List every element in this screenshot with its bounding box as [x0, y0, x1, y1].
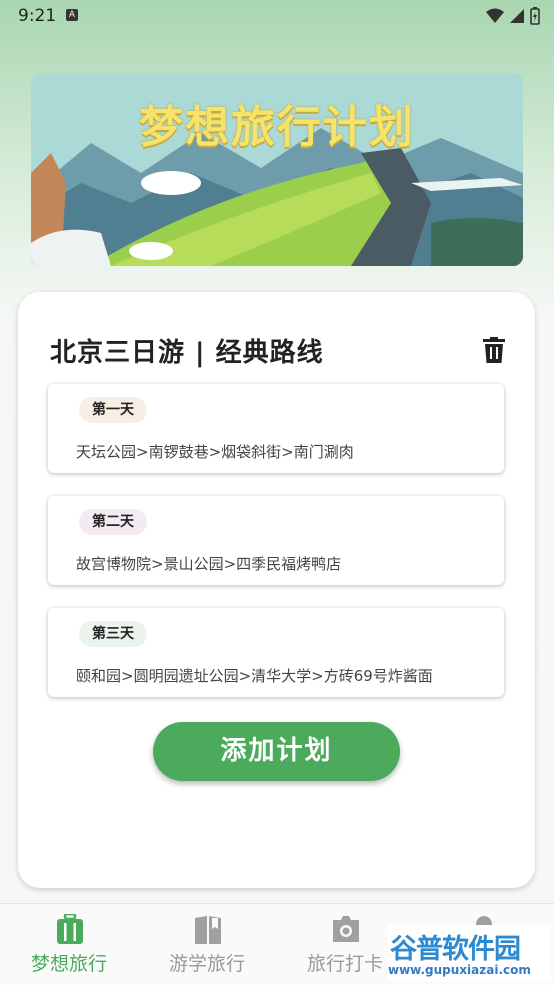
- status-icons: [486, 7, 540, 25]
- banner-title: 梦想旅行计划: [139, 102, 415, 153]
- notification-icon: A: [66, 9, 78, 21]
- banner-image: 梦想旅行计划: [31, 73, 523, 266]
- status-bar: 9:21 A: [0, 0, 554, 32]
- day-card[interactable]: 第一天 天坛公园>南锣鼓巷>烟袋斜街>南门涮肉: [48, 384, 504, 473]
- day-route: 故宫博物院>景山公园>四季民福烤鸭店: [76, 555, 342, 573]
- day-route: 颐和园>圆明园遗址公园>清华大学>方砖69号炸酱面: [76, 667, 433, 685]
- watermark-brand: 谷普软件园: [390, 934, 521, 965]
- wifi-icon: [486, 8, 504, 23]
- watermark-url: www.gupuxiazai.com: [388, 963, 531, 977]
- watermark-logo: 谷普软件园 www.gupuxiazai.com: [388, 925, 551, 981]
- tab-dream-travel[interactable]: 梦想旅行: [0, 904, 138, 985]
- signal-icon: [510, 9, 524, 23]
- day-route: 天坛公园>南锣鼓巷>烟袋斜街>南门涮肉: [76, 443, 354, 461]
- book-icon: [195, 916, 221, 944]
- suitcase-icon: [57, 914, 83, 944]
- delete-icon[interactable]: [483, 337, 505, 363]
- plan-title: 北京三日游 | 经典路线: [50, 338, 324, 368]
- day-card[interactable]: 第二天 故宫博物院>景山公园>四季民福烤鸭店: [48, 496, 504, 585]
- camera-icon: [333, 916, 359, 942]
- day-badge: 第一天: [79, 397, 147, 423]
- status-time: 9:21: [18, 6, 57, 26]
- tab-study-travel[interactable]: 游学旅行: [138, 904, 276, 985]
- day-card[interactable]: 第三天 颐和园>圆明园遗址公园>清华大学>方砖69号炸酱面: [48, 608, 504, 697]
- plan-card: 北京三日游 | 经典路线 第一天 天坛公园>南锣鼓巷>烟袋斜街>南门涮肉 第二天…: [18, 292, 535, 888]
- tab-label: 梦想旅行: [30, 953, 107, 975]
- add-plan-button[interactable]: 添加计划: [153, 722, 400, 781]
- tab-label: 游学旅行: [168, 953, 245, 975]
- battery-icon: [530, 7, 540, 25]
- day-badge: 第三天: [79, 621, 147, 647]
- day-badge: 第二天: [79, 509, 147, 535]
